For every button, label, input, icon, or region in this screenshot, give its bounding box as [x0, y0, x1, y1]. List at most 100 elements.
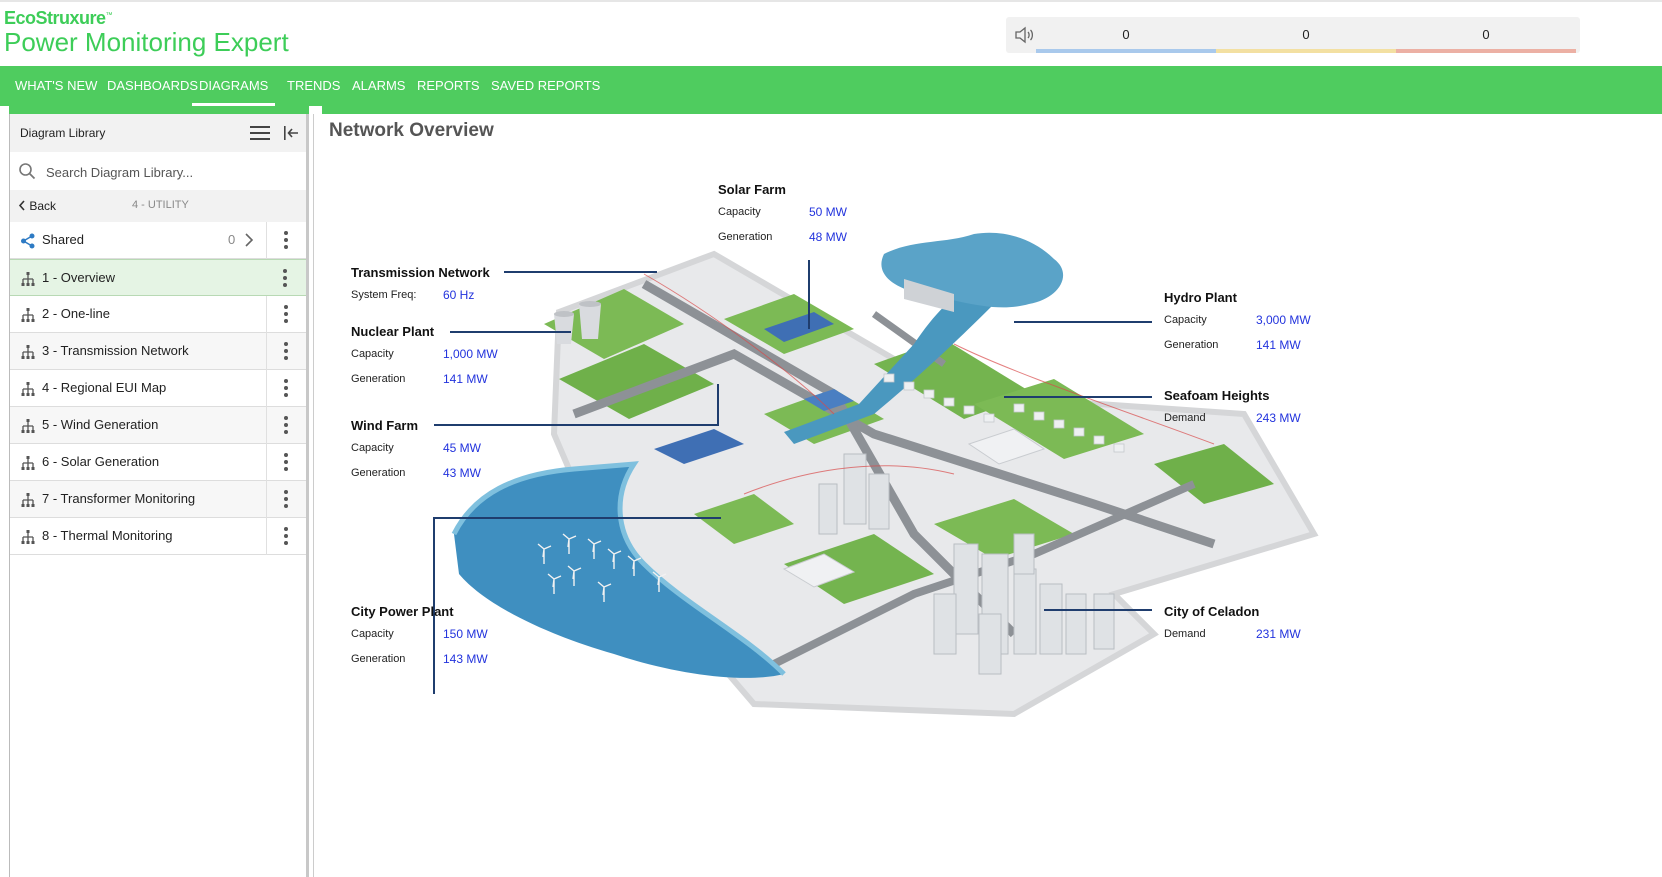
diagram-item-transmission-network[interactable]: 3 - Transmission Network — [10, 333, 306, 370]
hydro-capacity-value: 3,000 MW — [1256, 313, 1311, 327]
hydro-plant-label[interactable]: Hydro Plant Capacity 3,000 MW Generation 1… — [1164, 290, 1311, 355]
back-button[interactable]: Back — [18, 199, 56, 213]
share-icon — [21, 233, 35, 249]
hierarchy-icon — [21, 308, 35, 322]
diagram-item-solar-generation[interactable]: 6 - Solar Generation — [10, 444, 306, 481]
hierarchy-icon — [21, 456, 35, 470]
current-folder: 4 - UTILITY — [132, 199, 189, 211]
alarm-summary[interactable]: 0 0 0 — [1006, 17, 1580, 53]
diagram-item-label: 5 - Wind Generation — [42, 417, 159, 432]
city-power-plant-name: City Power Plant — [351, 604, 454, 619]
diagram-item-label: 2 - One-line — [42, 306, 110, 321]
hierarchy-icon — [21, 382, 35, 396]
sidebar-accent-bar — [9, 106, 309, 114]
main-accent-bar — [322, 106, 1662, 114]
nuclear-capacity-value: 1,000 MW — [443, 347, 498, 361]
shared-label: Shared — [42, 232, 84, 247]
chevron-right-icon — [245, 233, 254, 247]
more-options-icon[interactable] — [266, 407, 306, 444]
hydro-generation-value: 141 MW — [1256, 338, 1301, 352]
hydro-capacity-key: Capacity — [1164, 314, 1207, 326]
diagram-item-label: 1 - Overview — [42, 270, 115, 285]
more-options-icon[interactable] — [266, 260, 306, 297]
main-nav: WHAT'S NEW DASHBOARDS DIAGRAMS TRENDS AL… — [0, 66, 1662, 106]
collapse-panel-icon[interactable] — [282, 124, 300, 142]
more-options-icon[interactable] — [266, 333, 306, 370]
hierarchy-icon — [21, 493, 35, 507]
diagram-item-label: 4 - Regional EUI Map — [42, 380, 167, 395]
city-power-capacity-key: Capacity — [351, 628, 394, 640]
wind-farm-label[interactable]: Wind Farm Capacity 45 MW Generation 43 MW — [351, 418, 481, 483]
diagram-list: Shared 0 1 - Overview 2 - One-line 3 - T… — [10, 222, 306, 555]
diagram-library-title: Diagram Library — [20, 126, 106, 140]
solar-farm-label[interactable]: Solar Farm Capacity 50 MW Generation 48 MW — [718, 182, 847, 247]
nav-reports[interactable]: REPORTS — [417, 66, 480, 106]
transmission-network-name: Transmission Network — [351, 265, 490, 280]
speaker-icon[interactable] — [1014, 26, 1034, 44]
hierarchy-icon — [21, 530, 35, 544]
search-input[interactable] — [44, 161, 298, 183]
nav-alarms[interactable]: ALARMS — [352, 66, 405, 106]
nav-trends[interactable]: TRENDS — [287, 66, 340, 106]
more-options-icon[interactable] — [266, 296, 306, 333]
nuclear-capacity-key: Capacity — [351, 348, 394, 360]
nuclear-generation-key: Generation — [351, 373, 406, 385]
diagram-item-transformer-monitoring[interactable]: 7 - Transformer Monitoring — [10, 481, 306, 518]
nuclear-generation-value: 141 MW — [443, 372, 488, 386]
brand-logo: EcoStruxure™ — [4, 8, 113, 28]
more-options-icon[interactable] — [266, 444, 306, 481]
more-options-icon[interactable] — [266, 222, 306, 259]
list-menu-icon[interactable] — [250, 126, 270, 140]
diagram-item-label: 7 - Transformer Monitoring — [42, 491, 196, 506]
alarm-count-low[interactable]: 0 — [1396, 17, 1576, 53]
seafoam-demand-key: Demand — [1164, 412, 1206, 424]
wind-farm-name: Wind Farm — [351, 418, 419, 433]
city-power-plant-label[interactable]: City Power Plant Capacity 150 MW Generati… — [351, 604, 488, 669]
alarm-count-medium[interactable]: 0 — [1216, 17, 1396, 53]
system-freq-key: System Freq: — [351, 289, 417, 301]
page-title: Network Overview — [329, 120, 494, 141]
diagram-item-overview[interactable]: 1 - Overview — [10, 259, 306, 296]
shared-folder[interactable]: Shared 0 — [10, 222, 306, 259]
diagram-item-label: 3 - Transmission Network — [42, 343, 189, 358]
nav-diagrams[interactable]: DIAGRAMS — [192, 66, 276, 106]
seafoam-heights-name: Seafoam Heights — [1164, 388, 1270, 403]
app-header: EcoStruxure™ Power Monitoring Expert 0 0… — [0, 0, 1662, 66]
solar-farm-name: Solar Farm — [718, 182, 786, 197]
app-logo: EcoStruxure™ Power Monitoring Expert — [4, 8, 289, 58]
diagram-library-header: Diagram Library — [10, 114, 306, 153]
diagram-item-regional-eui-map[interactable]: 4 - Regional EUI Map — [10, 370, 306, 407]
wind-generation-value: 43 MW — [443, 466, 482, 480]
city-power-generation-key: Generation — [351, 653, 406, 665]
nuclear-plant-name: Nuclear Plant — [351, 324, 435, 339]
diagram-item-label: 6 - Solar Generation — [42, 454, 160, 469]
city-power-capacity-value: 150 MW — [443, 627, 488, 641]
search-icon — [19, 163, 36, 180]
network-overview-diagram — [433, 232, 1319, 718]
wind-capacity-value: 45 MW — [443, 441, 482, 455]
nuclear-plant-label[interactable]: Nuclear Plant Capacity 1,000 MW Generatio… — [351, 324, 498, 389]
diagram-search — [10, 152, 306, 191]
nav-dashboards[interactable]: DASHBOARDS — [107, 66, 198, 106]
system-freq-value: 60 Hz — [443, 288, 475, 302]
nav-whats-new[interactable]: WHAT'S NEW — [15, 66, 97, 106]
city-power-generation-value: 143 MW — [443, 652, 488, 666]
more-options-icon[interactable] — [266, 481, 306, 518]
more-options-icon[interactable] — [266, 370, 306, 407]
seafoam-demand-value: 243 MW — [1256, 411, 1301, 425]
diagram-item-one-line[interactable]: 2 - One-line — [10, 296, 306, 333]
shared-count: 0 — [228, 232, 236, 247]
city-of-celadon-label[interactable]: City of Celadon Demand 231 MW — [1164, 604, 1301, 644]
diagram-item-thermal-monitoring[interactable]: 8 - Thermal Monitoring — [10, 518, 306, 555]
hierarchy-icon — [21, 419, 35, 433]
alarm-count-high[interactable]: 0 — [1036, 17, 1216, 53]
more-options-icon[interactable] — [266, 518, 306, 555]
diagram-library-panel: Diagram Library Back 4 - UTILITY Shared — [9, 114, 309, 877]
wind-capacity-key: Capacity — [351, 442, 394, 454]
transmission-network-label[interactable]: Transmission Network System Freq: 60 Hz — [351, 265, 490, 305]
nav-saved-reports[interactable]: SAVED REPORTS — [491, 66, 600, 106]
seafoam-heights-label[interactable]: Seafoam Heights Demand 243 MW — [1164, 388, 1301, 428]
diagram-item-wind-generation[interactable]: 5 - Wind Generation — [10, 407, 306, 444]
solar-generation-key: Generation — [718, 231, 773, 243]
back-label: Back — [29, 199, 57, 213]
